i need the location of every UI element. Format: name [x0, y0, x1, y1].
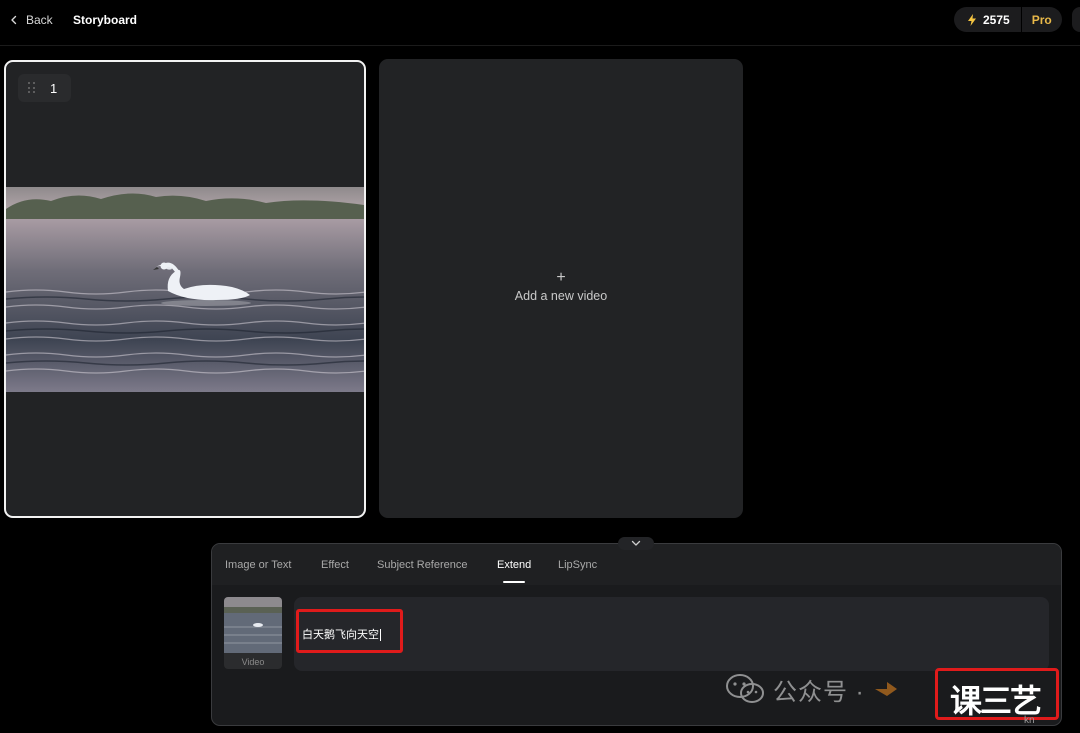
tab-extend[interactable]: Extend	[497, 559, 531, 571]
tab-subject-reference[interactable]: Subject Reference	[377, 559, 468, 571]
credits-count: 2575	[983, 12, 1010, 27]
plus-icon: +	[556, 269, 566, 286]
video-thumbnail-image	[224, 597, 282, 653]
credits-divider	[1020, 7, 1022, 32]
chevron-down-icon	[631, 540, 641, 546]
page-title: Storyboard	[73, 13, 138, 27]
tab-effect[interactable]: Effect	[321, 559, 349, 571]
pro-badge[interactable]: Pro	[1032, 13, 1052, 27]
thumbnail-label: Video	[241, 657, 265, 667]
drag-handle-icon[interactable]	[28, 82, 36, 94]
text-caret	[380, 629, 381, 642]
storyboard-clip-card[interactable]: 1	[4, 60, 366, 518]
generate-button-highlight[interactable]	[935, 668, 1059, 720]
add-new-video-label: Add a new video	[514, 289, 608, 303]
source-video-thumbnail[interactable]: Video	[224, 597, 282, 669]
tab-image-or-text[interactable]: Image or Text	[225, 559, 291, 571]
generation-panel: Image or Text Effect Subject Reference E…	[211, 543, 1062, 726]
profile-button[interactable]	[1072, 7, 1080, 32]
tab-lipsync[interactable]: LipSync	[558, 559, 597, 571]
clip-index-badge[interactable]: 1	[18, 74, 71, 102]
swan-video-frame	[6, 187, 364, 392]
active-tab-indicator	[503, 581, 525, 583]
collapse-panel-button[interactable]	[618, 537, 654, 550]
prompt-input[interactable]: 白天鹅飞向天空	[294, 597, 1049, 671]
chevron-left-icon	[11, 15, 17, 25]
prompt-value[interactable]: 白天鹅飞向天空	[302, 629, 379, 641]
add-new-video-card[interactable]: + Add a new video	[379, 59, 743, 518]
prompt-text-wrap: 白天鹅飞向天空	[302, 626, 381, 642]
back-button[interactable]: Back	[8, 11, 53, 29]
lightning-icon	[968, 13, 976, 26]
top-bar: Back Storyboard 2575 Pro	[0, 0, 1080, 46]
clip-index: 1	[50, 80, 58, 96]
back-label: Back	[26, 13, 53, 27]
mode-tabs: Image or Text Effect Subject Reference E…	[212, 544, 1061, 585]
credits-badge[interactable]: 2575 Pro	[954, 7, 1062, 32]
